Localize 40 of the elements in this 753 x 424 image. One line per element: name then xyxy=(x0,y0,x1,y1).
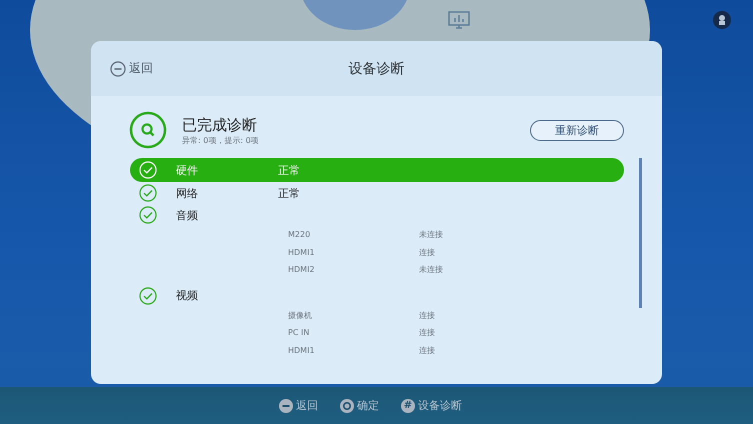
category-status: 正常 xyxy=(278,162,300,178)
device-name: 摄像机 xyxy=(288,310,313,321)
device-status: 连接 xyxy=(419,327,435,338)
back-button[interactable]: 返回 xyxy=(110,60,153,77)
device-status: 未连接 xyxy=(419,264,443,276)
device-status: 连接 xyxy=(419,310,435,321)
device-status: 连接 xyxy=(419,344,435,356)
minus-circle-icon xyxy=(279,398,293,412)
check-circle-icon xyxy=(139,184,157,202)
device-name: HDMI1 xyxy=(288,248,316,257)
check-circle-icon xyxy=(139,286,157,304)
hint-label: 确定 xyxy=(357,398,379,413)
device-name: HDMI1 xyxy=(288,346,316,355)
category-name: 硬件 xyxy=(176,162,199,178)
check-circle-icon xyxy=(139,161,157,179)
minus-circle-icon xyxy=(110,60,126,76)
status-title: 已完成诊断 xyxy=(182,114,258,134)
list-row[interactable]: 音频 xyxy=(130,204,624,226)
hint-label: 返回 xyxy=(296,398,318,413)
device-name: HDMI2 xyxy=(288,265,316,274)
category-name: 音频 xyxy=(176,208,199,222)
key-badge: # xyxy=(401,398,415,412)
check-circle-icon xyxy=(139,206,157,224)
search-icon xyxy=(129,111,167,149)
category-status: 正常 xyxy=(278,186,300,200)
device-name: M220 xyxy=(288,230,312,240)
status-detail: 异常: 0项，提示: 0项 xyxy=(182,134,260,146)
category-name: 视频 xyxy=(176,288,199,303)
hint-label: 设备诊断 xyxy=(418,398,462,413)
list-row[interactable]: 网络 正常 xyxy=(130,182,624,204)
list-row[interactable]: 视频 xyxy=(130,284,624,306)
device-status: 连接 xyxy=(419,246,435,258)
rediagnose-button[interactable]: 重新诊断 xyxy=(530,120,624,140)
device-status: 未连接 xyxy=(419,229,443,240)
dialog-title: 设备诊断 xyxy=(348,60,404,78)
category-name: 网络 xyxy=(176,186,199,200)
robot-icon xyxy=(713,11,731,29)
monitor-chart-icon xyxy=(448,11,470,29)
ring-icon xyxy=(340,398,354,412)
device-name: PC IN xyxy=(288,328,310,338)
